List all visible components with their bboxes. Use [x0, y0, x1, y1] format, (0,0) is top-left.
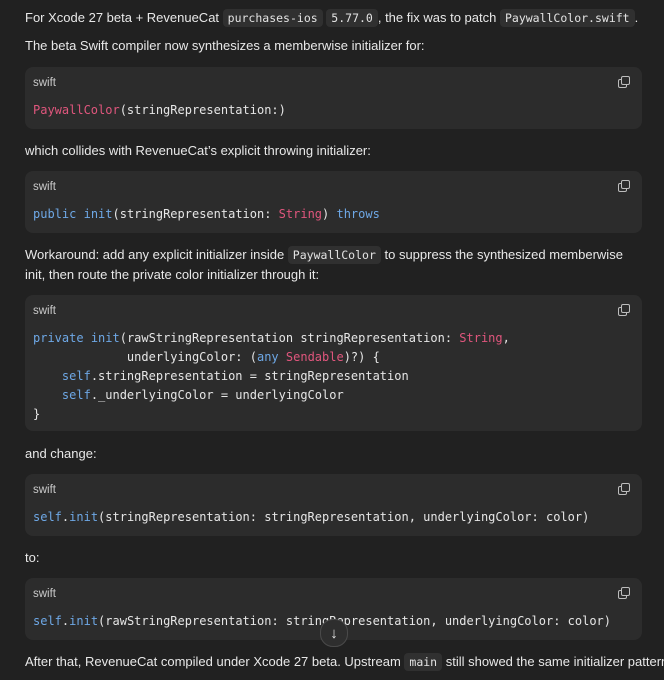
code-language-label: swift — [33, 484, 56, 496]
inline-code-branch: main — [404, 653, 443, 671]
copy-icon[interactable] — [618, 304, 630, 316]
code-content: public init(stringRepresentation: String… — [33, 207, 380, 221]
code-block-throwing-init: swift public init(stringRepresentation: … — [25, 171, 642, 233]
code-block-private-init: swift private init(rawStringRepresentati… — [25, 295, 642, 431]
paragraph-and-change: and change: — [25, 446, 97, 461]
paragraph-after: After that, RevenueCat compiled under Xc… — [25, 653, 664, 671]
paragraph-intro: For Xcode 27 beta + RevenueCat purchases… — [25, 9, 639, 27]
inline-code-package: purchases-ios — [222, 9, 323, 27]
code-content: self.init(stringRepresentation: stringRe… — [33, 510, 590, 524]
scroll-to-bottom-button[interactable]: ↓ — [320, 619, 348, 647]
copy-icon[interactable] — [618, 76, 630, 88]
paragraph-to: to: — [25, 550, 40, 565]
paragraph-workaround: Workaround: add any explicit initializer… — [25, 246, 623, 282]
inline-code-file: PaywallColor.swift — [499, 9, 635, 27]
code-language-label: swift — [33, 77, 56, 89]
copy-icon[interactable] — [618, 483, 630, 495]
code-block-original-call: swift self.init(stringRepresentation: st… — [25, 474, 642, 536]
code-language-label: swift — [33, 305, 56, 317]
inline-code-version: 5.77.0 — [326, 9, 378, 27]
arrow-down-icon: ↓ — [330, 624, 338, 642]
code-language-label: swift — [33, 588, 56, 600]
code-block-memberwise: swift PaywallColor(stringRepresentation:… — [25, 67, 642, 129]
paragraph-collision: which collides with RevenueCat’s explici… — [25, 143, 371, 158]
paragraph-compiler: The beta Swift compiler now synthesizes … — [25, 38, 425, 53]
copy-icon[interactable] — [618, 180, 630, 192]
copy-icon[interactable] — [618, 587, 630, 599]
code-content: PaywallColor(stringRepresentation:) — [33, 103, 286, 117]
code-language-label: swift — [33, 181, 56, 193]
inline-code-type: PaywallColor — [287, 246, 381, 264]
code-content: private init(rawStringRepresentation str… — [33, 331, 510, 421]
